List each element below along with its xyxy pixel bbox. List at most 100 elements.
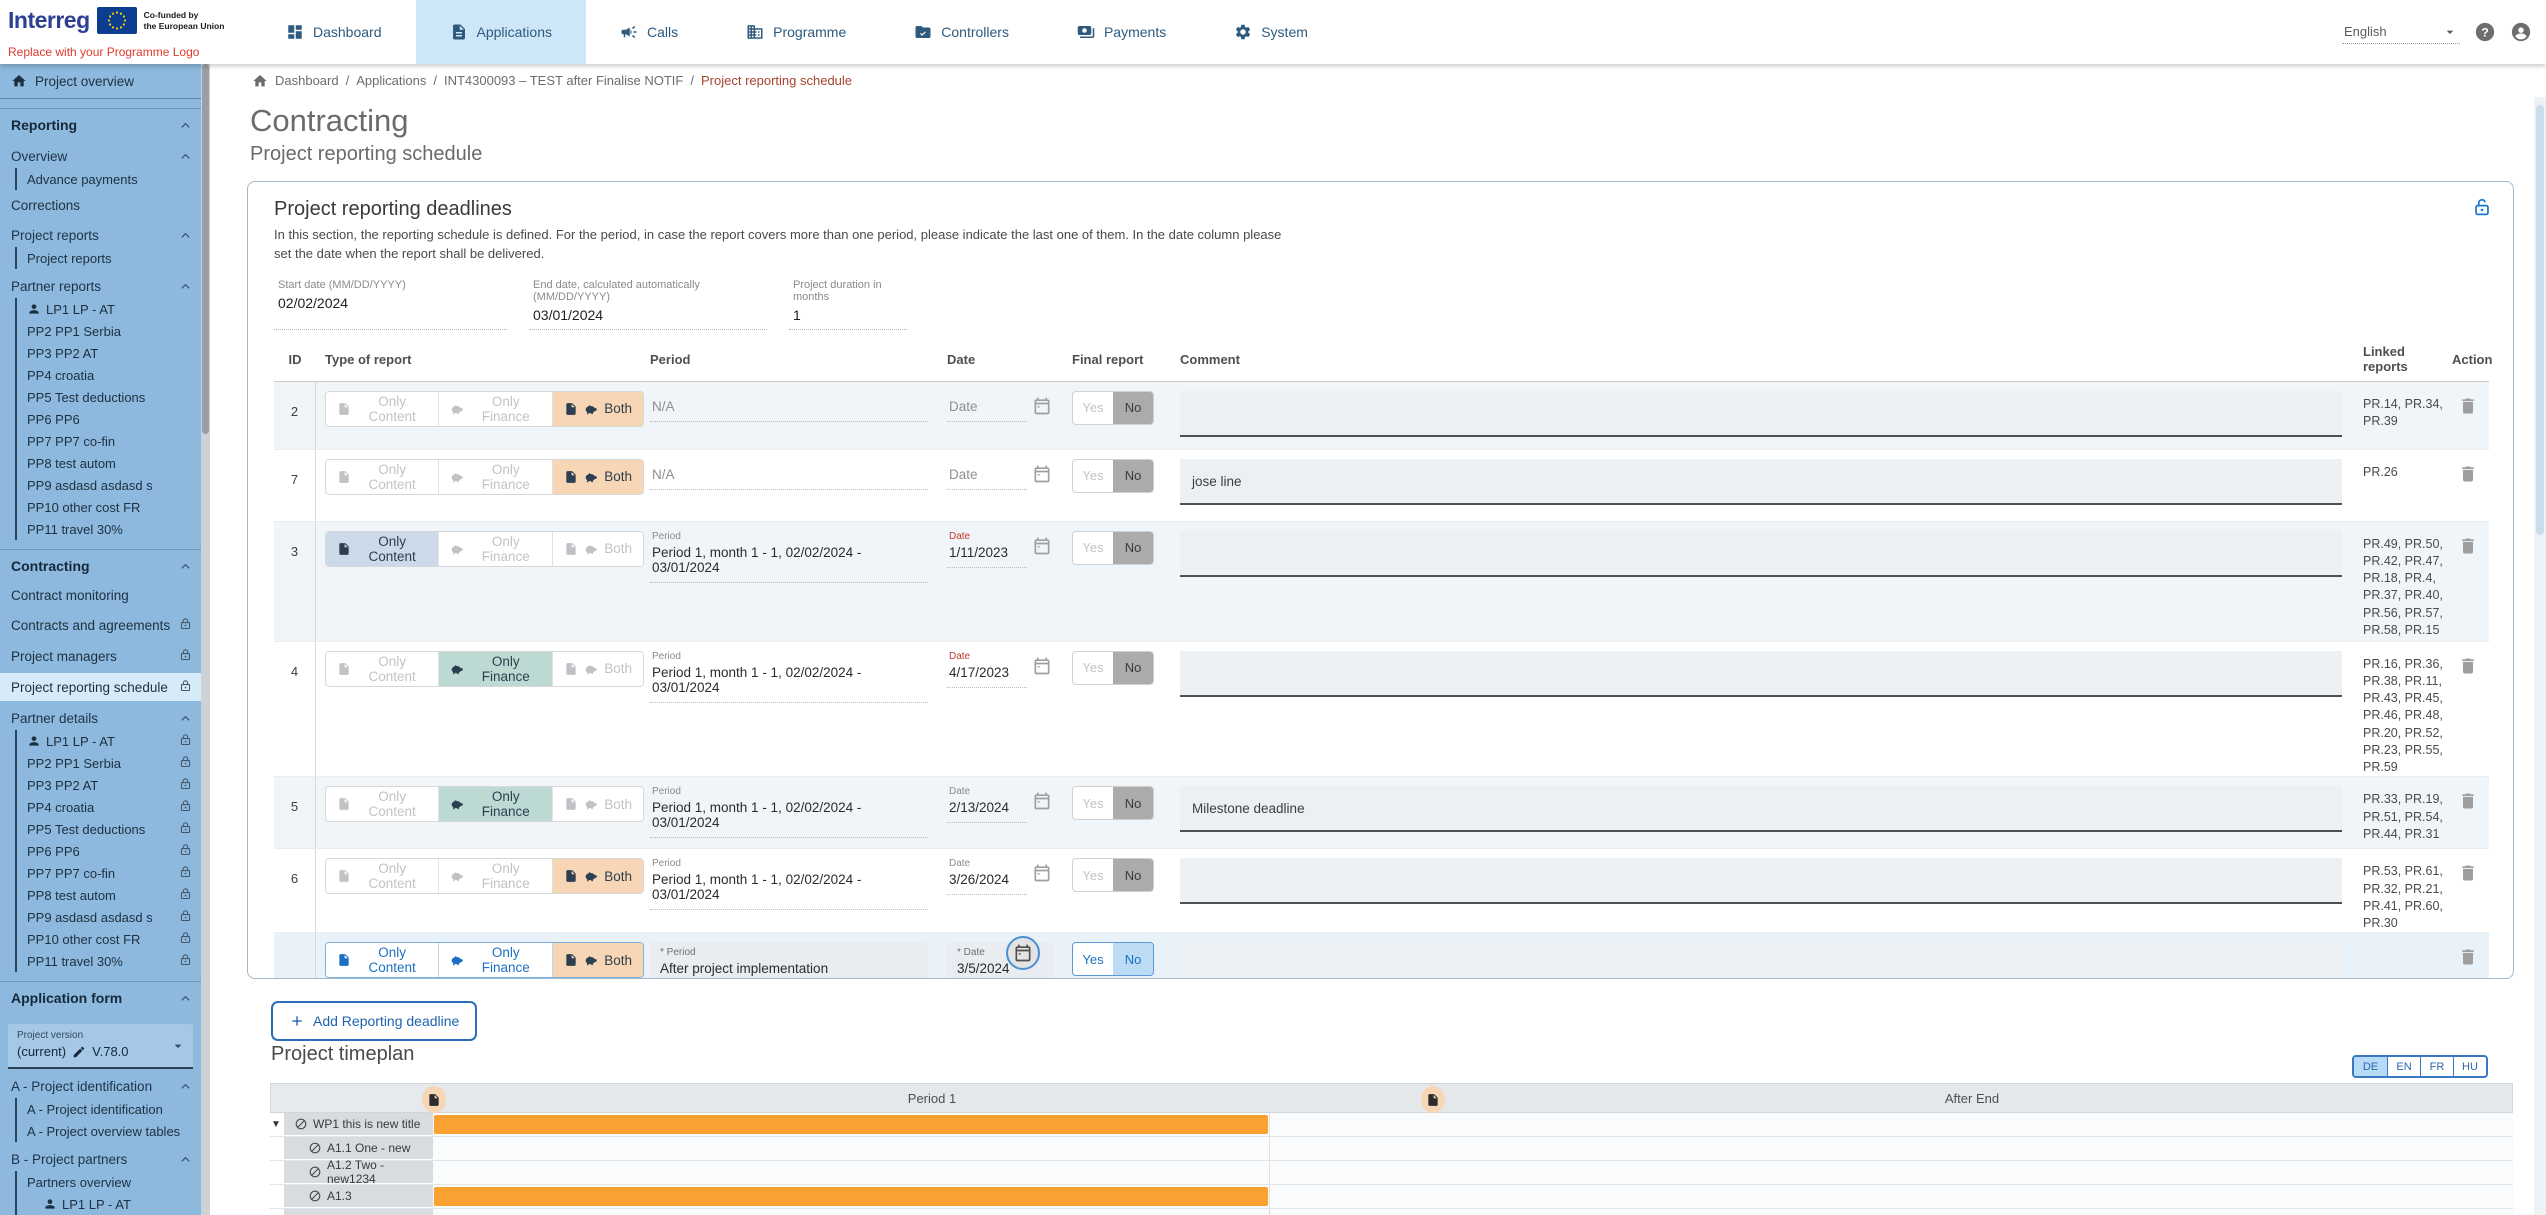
calendar-button[interactable] xyxy=(1032,791,1052,816)
sidebar-subheader-a-project-identification[interactable]: A - Project identification xyxy=(0,1074,201,1098)
final-no-button[interactable]: No xyxy=(1113,652,1153,684)
sidebar-scrollbar-thumb[interactable] xyxy=(202,64,209,434)
sidebar-scrollbar[interactable] xyxy=(201,64,210,1215)
comment-input[interactable] xyxy=(1180,942,2342,979)
sidebar-subheader-project-reports[interactable]: Project reports xyxy=(0,223,201,247)
nav-item-applications[interactable]: Applications xyxy=(416,0,587,64)
sidebar-item-project-reports[interactable]: Project reports xyxy=(17,247,201,269)
final-yes-button[interactable]: Yes xyxy=(1073,652,1113,684)
period-field[interactable]: PeriodPeriod 1, month 1 - 1, 02/02/2024 … xyxy=(650,786,928,838)
breadcrumb-applications[interactable]: Applications xyxy=(356,73,426,88)
final-yes-button[interactable]: Yes xyxy=(1073,392,1113,424)
sidebar-item-pp2-pp1-serbia[interactable]: PP2 PP1 Serbia xyxy=(17,752,201,774)
lang-tab-de[interactable]: DE xyxy=(2354,1057,2387,1076)
sidebar-item-contract-monitoring[interactable]: Contract monitoring xyxy=(0,583,201,608)
period-field[interactable]: PeriodPeriod 1, month 1 - 1, 02/02/2024 … xyxy=(650,858,928,910)
only-finance-button[interactable]: Only Finance xyxy=(438,859,552,893)
collapse-caret[interactable]: ▼ xyxy=(271,1119,281,1130)
sidebar-item-project-overview[interactable]: Project overview xyxy=(0,64,201,99)
sidebar-item-pp5-test-deductions[interactable]: PP5 Test deductions xyxy=(17,386,201,408)
sidebar-item-advance-payments[interactable]: Advance payments xyxy=(17,168,201,190)
only-content-button[interactable]: Only Content xyxy=(326,652,438,686)
lang-tab-en[interactable]: EN xyxy=(2387,1057,2420,1076)
sidebar-item-pp2-pp1-serbia[interactable]: PP2 PP1 Serbia xyxy=(17,320,201,342)
final-no-button[interactable]: No xyxy=(1113,943,1153,975)
language-select[interactable]: English xyxy=(2342,21,2460,44)
sidebar-item-pp6-pp6[interactable]: PP6 PP6 xyxy=(17,408,201,430)
only-content-button[interactable]: Only Content xyxy=(326,392,438,426)
sidebar-item-pp8-test-autom[interactable]: PP8 test autom xyxy=(17,884,201,906)
sidebar-item-project-reporting-schedule[interactable]: Project reporting schedule xyxy=(0,673,201,701)
sidebar-item-pp10-other-cost-fr[interactable]: PP10 other cost FR xyxy=(17,496,201,518)
sidebar-item-pp4-croatia[interactable]: PP4 croatia xyxy=(17,364,201,386)
comment-input[interactable]: Milestone deadline xyxy=(1180,786,2342,832)
only-content-button[interactable]: Only Content xyxy=(326,859,438,893)
nav-item-controllers[interactable]: Controllers xyxy=(880,0,1043,64)
sidebar-item-pp7-pp7-co-fin[interactable]: PP7 PP7 co-fin xyxy=(17,862,201,884)
comment-input[interactable] xyxy=(1180,391,2342,437)
comment-input[interactable] xyxy=(1180,651,2342,697)
timeplan-row-label[interactable]: A1.3 xyxy=(284,1185,433,1207)
breadcrumb-project[interactable]: INT4300093 – TEST after Finalise NOTIF xyxy=(444,73,683,88)
only-finance-button[interactable]: Only Finance xyxy=(438,532,552,566)
start-date-field[interactable]: Start date (MM/DD/YYYY) 02/02/2024 xyxy=(274,277,507,330)
calendar-button[interactable] xyxy=(1032,863,1052,888)
sidebar-subheader-partner-details[interactable]: Partner details xyxy=(0,706,201,730)
sidebar-item-project-managers[interactable]: Project managers xyxy=(0,642,201,670)
help-button[interactable] xyxy=(2474,21,2496,43)
sidebar-item-lp1-lp-at[interactable]: LP1 LP - AT xyxy=(17,298,201,320)
period-field[interactable]: PeriodPeriod 1, month 1 - 1, 02/02/2024 … xyxy=(650,531,928,583)
delete-row-button[interactable] xyxy=(2458,656,2478,679)
only-content-button[interactable]: Only Content xyxy=(326,943,438,977)
nav-item-programme[interactable]: Programme xyxy=(712,0,880,64)
date-field[interactable]: Date xyxy=(947,467,1027,490)
only-content-button[interactable]: Only Content xyxy=(326,787,438,821)
sidebar-item-pp9-asdasd-asdasd-s[interactable]: PP9 asdasd asdasd s xyxy=(17,474,201,496)
delete-row-button[interactable] xyxy=(2458,536,2478,559)
home-icon[interactable] xyxy=(252,73,268,89)
project-version-select[interactable]: Project version(current)V.78.0 xyxy=(8,1024,193,1067)
calendar-button[interactable] xyxy=(1032,536,1052,561)
delete-row-button[interactable] xyxy=(2458,464,2478,487)
delete-row-button[interactable] xyxy=(2458,396,2478,419)
sidebar-item-lp1-lp-at[interactable]: LP1 LP - AT xyxy=(17,730,201,752)
page-scrollbar[interactable] xyxy=(2534,97,2546,1215)
period-field[interactable]: N/A xyxy=(650,467,928,490)
delete-row-button[interactable] xyxy=(2458,791,2478,814)
account-button[interactable] xyxy=(2510,21,2532,43)
sidebar-section-contracting[interactable]: Contracting xyxy=(0,549,201,580)
sidebar-subheader-overview[interactable]: Overview xyxy=(0,144,201,168)
delete-row-button[interactable] xyxy=(2458,947,2478,970)
final-no-button[interactable]: No xyxy=(1113,859,1153,891)
sidebar-item-pp11-travel-30[interactable]: PP11 travel 30% xyxy=(17,518,201,540)
end-date-field[interactable]: End date, calculated automatically (MM/D… xyxy=(529,277,767,330)
lang-tab-hu[interactable]: HU xyxy=(2453,1057,2486,1076)
timeplan-row-label[interactable]: RCO61 xyxy=(284,1209,433,1215)
calendar-button[interactable] xyxy=(1032,656,1052,681)
sidebar-item-pp6-pp6[interactable]: PP6 PP6 xyxy=(17,840,201,862)
final-yes-button[interactable]: Yes xyxy=(1073,787,1113,819)
only-content-button[interactable]: Only Content xyxy=(326,532,438,566)
lang-tab-fr[interactable]: FR xyxy=(2420,1057,2453,1076)
nav-item-dashboard[interactable]: Dashboard xyxy=(252,0,416,64)
sidebar-item-pp5-test-deductions[interactable]: PP5 Test deductions xyxy=(17,818,201,840)
final-no-button[interactable]: No xyxy=(1113,532,1153,564)
sidebar-item-pp4-croatia[interactable]: PP4 croatia xyxy=(17,796,201,818)
sidebar-item-pp11-travel-30[interactable]: PP11 travel 30% xyxy=(17,950,201,972)
final-no-button[interactable]: No xyxy=(1113,787,1153,819)
sidebar-item-a-project-identification[interactable]: A - Project identification xyxy=(17,1098,201,1120)
delete-row-button[interactable] xyxy=(2458,863,2478,886)
sidebar-item-pp10-other-cost-fr[interactable]: PP10 other cost FR xyxy=(17,928,201,950)
final-no-button[interactable]: No xyxy=(1113,460,1153,492)
deadline-marker-both[interactable] xyxy=(1421,1086,1445,1113)
comment-input[interactable] xyxy=(1180,531,2342,577)
sidebar-subheader-b-project-partners[interactable]: B - Project partners xyxy=(0,1147,201,1171)
period-field[interactable]: PeriodPeriod 1, month 1 - 1, 02/02/2024 … xyxy=(650,651,928,703)
only-finance-button[interactable]: Only Finance xyxy=(438,460,552,494)
sidebar-item-a-project-overview-tables[interactable]: A - Project overview tables xyxy=(17,1120,201,1142)
both-button[interactable]: Both xyxy=(552,787,643,821)
sidebar-section-application-form[interactable]: Application form xyxy=(0,981,201,1012)
calendar-button[interactable] xyxy=(1032,396,1052,421)
add-reporting-deadline-button[interactable]: Add Reporting deadline xyxy=(271,1001,477,1041)
unlock-icon[interactable] xyxy=(2471,196,2493,223)
